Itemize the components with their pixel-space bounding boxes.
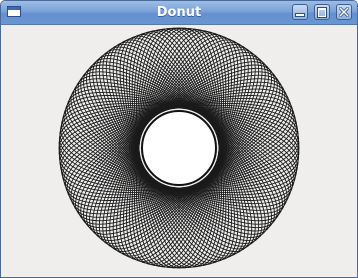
maximize-button[interactable]	[314, 4, 330, 20]
drawing-area	[1, 25, 357, 277]
title-bar[interactable]: Donut	[1, 1, 357, 25]
donut-hole	[143, 112, 215, 184]
close-icon	[339, 7, 349, 17]
minimize-button[interactable]	[292, 4, 308, 20]
donut-drawing	[58, 27, 300, 269]
close-button[interactable]	[336, 4, 352, 20]
app-window: Donut	[0, 0, 358, 278]
